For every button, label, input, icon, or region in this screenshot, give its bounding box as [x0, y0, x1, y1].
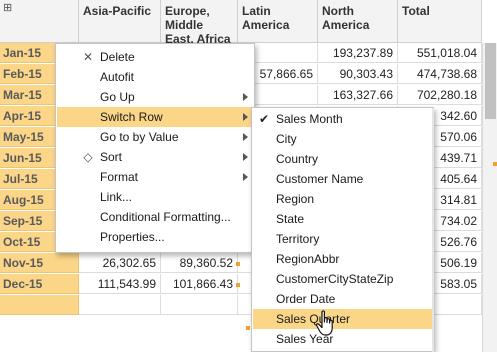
- menu-item-label: Delete: [100, 50, 135, 64]
- table-cell[interactable]: 702,280.18: [398, 85, 482, 105]
- submenu-item[interactable]: Sales Quarter: [253, 309, 433, 329]
- menu-item[interactable]: Link...: [57, 187, 254, 207]
- expand-plus-icon[interactable]: ⊞: [3, 3, 12, 14]
- table-cell[interactable]: 89,360.52: [161, 253, 238, 273]
- menu-item[interactable]: ◇ Sort: [57, 147, 254, 167]
- switch-row-submenu: ✔ Sales Month City Country Customer Name Regi…: [251, 107, 434, 352]
- submenu-item[interactable]: Customer Name: [253, 169, 433, 189]
- submenu-item[interactable]: ✔ Sales Month: [253, 109, 433, 129]
- submenu-item-label: Region: [276, 192, 315, 206]
- row-header[interactable]: [0, 295, 79, 315]
- column-header[interactable]: North America: [318, 0, 398, 43]
- vertical-scrollbar[interactable]: [482, 43, 497, 352]
- menu-item-label: Format: [100, 170, 139, 184]
- menu-item[interactable]: Properties...: [57, 227, 254, 247]
- submenu-scrollbar[interactable]: [432, 108, 434, 352]
- table-cell[interactable]: 551,018.04: [398, 43, 482, 63]
- submenu-item-label: Sales Month: [276, 112, 343, 126]
- table-cell[interactable]: [79, 295, 161, 315]
- selection-marker[interactable]: [236, 262, 240, 266]
- submenu-arrow-icon: [243, 153, 248, 161]
- submenu-item[interactable]: Region: [253, 189, 433, 209]
- table-cell[interactable]: 111,543.99: [79, 274, 161, 294]
- table-cell[interactable]: 474,738.68: [398, 64, 482, 84]
- column-header[interactable]: Total: [398, 0, 482, 43]
- submenu-item[interactable]: RegionAbbr: [253, 249, 433, 269]
- menu-item[interactable]: Switch Row: [57, 107, 254, 127]
- row-header[interactable]: Dec-15: [0, 274, 79, 294]
- menu-item[interactable]: Go to by Value: [57, 127, 254, 147]
- submenu-item-label: City: [276, 132, 297, 146]
- submenu-item[interactable]: Sales Year: [253, 329, 433, 349]
- submenu-arrow-icon: [243, 133, 248, 141]
- menu-item[interactable]: Format: [57, 167, 254, 187]
- submenu-item[interactable]: Country: [253, 149, 433, 169]
- close-icon: ✕: [82, 50, 94, 64]
- selection-marker[interactable]: [493, 162, 497, 166]
- submenu-item-label: State: [276, 212, 305, 226]
- submenu-item-label: RegionAbbr: [276, 252, 340, 266]
- table-cell[interactable]: [161, 295, 238, 315]
- menu-item-label: Sort: [100, 150, 123, 164]
- submenu-arrow-icon: [243, 113, 248, 121]
- submenu-item[interactable]: Territory: [253, 229, 433, 249]
- table-cell[interactable]: 163,327.66: [318, 85, 398, 105]
- menu-item[interactable]: Go Up: [57, 87, 254, 107]
- column-header[interactable]: Europe, Middle East, Africa: [161, 0, 238, 46]
- selection-marker[interactable]: [236, 283, 240, 287]
- context-menu: ✕ Delete Autofit Go Up Switch Row Go to by Va…: [55, 43, 255, 253]
- menu-item-label: Link...: [100, 190, 133, 204]
- column-header[interactable]: Asia-Pacific: [79, 0, 161, 43]
- table-cell[interactable]: 26,302.65: [79, 253, 161, 273]
- submenu-item-label: Order Date: [276, 292, 336, 306]
- submenu-item-label: Country: [276, 152, 319, 166]
- menu-item-label: Switch Row: [100, 110, 163, 124]
- corner-cell[interactable]: ⊞: [0, 0, 79, 43]
- menu-item-label: Go to by Value: [100, 130, 179, 144]
- menu-item[interactable]: Autofit: [57, 67, 254, 87]
- submenu-item[interactable]: CustomerCityStateZip: [253, 269, 433, 289]
- row-header[interactable]: Nov-15: [0, 253, 79, 273]
- submenu-arrow-icon: [243, 93, 248, 101]
- submenu-item[interactable]: State: [253, 209, 433, 229]
- column-header[interactable]: Latin America: [238, 0, 318, 43]
- table-cell[interactable]: 90,303.43: [318, 64, 398, 84]
- submenu-arrow-icon: [243, 173, 248, 181]
- menu-item-label: Autofit: [100, 70, 135, 84]
- hand-cursor-icon: [315, 310, 333, 336]
- menu-item-label: Go Up: [100, 90, 135, 104]
- selection-marker[interactable]: [246, 326, 250, 330]
- scrollbar-thumb[interactable]: [485, 43, 496, 119]
- submenu-item[interactable]: City: [253, 129, 433, 149]
- table-cell[interactable]: 101,866.43: [161, 274, 238, 294]
- submenu-item-label: Territory: [276, 232, 320, 246]
- menu-item-label: Properties...: [100, 230, 165, 244]
- submenu-item[interactable]: Order Date: [253, 289, 433, 309]
- submenu-item-label: Customer Name: [276, 172, 364, 186]
- menu-item[interactable]: ✕ Delete: [57, 47, 254, 67]
- checkmark-icon: ✔: [259, 112, 270, 126]
- menu-item[interactable]: Conditional Formatting...: [57, 207, 254, 227]
- submenu-item-label: CustomerCityStateZip: [276, 272, 394, 286]
- sort-diamond-icon: ◇: [83, 150, 93, 164]
- table-cell[interactable]: 193,237.89: [318, 43, 398, 63]
- menu-item-label: Conditional Formatting...: [100, 210, 231, 224]
